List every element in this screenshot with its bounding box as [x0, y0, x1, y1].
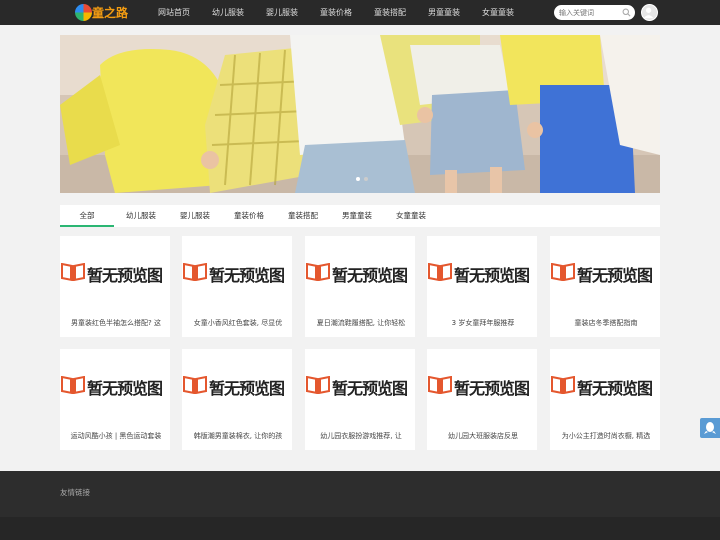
card-thumbnail: 暂无预览图 — [427, 236, 537, 308]
card-title[interactable]: 女童小香风红色套装, 尽显优 — [190, 318, 286, 328]
article-card[interactable]: 暂无预览图 幼儿园大班服装店反思 — [427, 349, 537, 450]
card-thumbnail: 暂无预览图 — [550, 236, 660, 308]
card-title[interactable]: 男童装红色半袖怎么搭配? 这 — [68, 318, 164, 328]
placeholder-text: 暂无预览图 — [87, 379, 163, 398]
user-icon — [643, 7, 654, 19]
banner-image — [60, 35, 660, 193]
card-title[interactable]: 夏日潮流鞋履搭配, 让你轻松 — [313, 318, 409, 328]
book-icon — [61, 376, 85, 394]
card-title[interactable]: 韩版潮男童装棉衣, 让你的孩 — [190, 431, 286, 441]
logo-text: 童之路 — [92, 6, 129, 20]
hero-banner[interactable] — [60, 35, 660, 193]
tab-price[interactable]: 童装价格 — [222, 205, 276, 227]
book-icon — [428, 263, 452, 281]
main-nav: 网站首页 幼儿服装 婴儿服装 童装价格 童装搭配 男童童装 女童童装 — [147, 0, 525, 25]
tab-toddler[interactable]: 幼儿服装 — [114, 205, 168, 227]
card-title[interactable]: 童装店冬季搭配指南 — [558, 318, 654, 328]
card-thumbnail: 暂无预览图 — [182, 236, 292, 308]
card-title[interactable]: 3 岁女童拜年服推荐 — [435, 318, 531, 328]
article-card[interactable]: 暂无预览图 3 岁女童拜年服推荐 — [427, 236, 537, 337]
article-card[interactable]: 暂无预览图 韩版潮男童装棉衣, 让你的孩 — [182, 349, 292, 450]
article-card[interactable]: 暂无预览图 男童装红色半袖怎么搭配? 这 — [60, 236, 170, 337]
card-title[interactable]: 幼儿园大班服装店反思 — [435, 431, 531, 441]
nav-item-price[interactable]: 童装价格 — [309, 0, 363, 25]
card-thumbnail: 暂无预览图 — [60, 236, 170, 308]
banner-pagination — [356, 177, 368, 181]
article-card[interactable]: 暂无预览图 夏日潮流鞋履搭配, 让你轻松 — [305, 236, 415, 337]
card-thumbnail: 暂无预览图 — [305, 349, 415, 421]
friend-links-label: 友情链接 — [60, 488, 90, 497]
book-icon — [183, 263, 207, 281]
book-icon — [551, 263, 575, 281]
card-thumbnail: 暂无预览图 — [427, 349, 537, 421]
placeholder-text: 暂无预览图 — [454, 379, 530, 398]
page-footer: 友情链接 — [0, 471, 720, 540]
placeholder-text: 暂无预览图 — [87, 266, 163, 285]
placeholder-text: 暂无预览图 — [332, 379, 408, 398]
qq-float-button[interactable] — [700, 418, 720, 438]
footer-bottom-bar — [0, 517, 720, 540]
tab-matching[interactable]: 童装搭配 — [276, 205, 330, 227]
qq-icon — [704, 422, 716, 434]
tab-baby[interactable]: 婴儿服装 — [168, 205, 222, 227]
card-title[interactable]: 为小公主打造时尚衣橱, 精选 — [558, 431, 654, 441]
placeholder-text: 暂无预览图 — [454, 266, 530, 285]
search-box — [554, 5, 635, 20]
placeholder-text: 暂无预览图 — [209, 379, 285, 398]
logo-icon — [75, 4, 92, 21]
nav-item-home[interactable]: 网站首页 — [147, 0, 201, 25]
placeholder-text: 暂无预览图 — [577, 266, 653, 285]
article-card[interactable]: 暂无预览图 运动风酷小孩 | 黑色运动套装 — [60, 349, 170, 450]
tab-girls[interactable]: 女童童装 — [384, 205, 438, 227]
book-icon — [306, 263, 330, 281]
search-input[interactable] — [559, 6, 619, 19]
article-card[interactable]: 暂无预览图 幼儿园衣服扮游戏推荐, 让 — [305, 349, 415, 450]
book-icon — [61, 263, 85, 281]
search-icon[interactable] — [622, 8, 631, 17]
article-card[interactable]: 暂无预览图 女童小香风红色套装, 尽显优 — [182, 236, 292, 337]
article-card[interactable]: 暂无预览图 为小公主打造时尚衣橱, 精选 — [550, 349, 660, 450]
banner-dot[interactable] — [364, 177, 368, 181]
nav-item-girls[interactable]: 女童童装 — [471, 0, 525, 25]
category-tabs: 全部 幼儿服装 婴儿服装 童装价格 童装搭配 男童童装 女童童装 — [60, 205, 660, 227]
tab-all[interactable]: 全部 — [60, 205, 114, 227]
card-title[interactable]: 运动风酷小孩 | 黑色运动套装 — [68, 431, 164, 441]
nav-item-boys[interactable]: 男童童装 — [417, 0, 471, 25]
article-card[interactable]: 暂无预览图 童装店冬季搭配指南 — [550, 236, 660, 337]
tab-boys[interactable]: 男童童装 — [330, 205, 384, 227]
placeholder-text: 暂无预览图 — [332, 266, 408, 285]
book-icon — [183, 376, 207, 394]
placeholder-text: 暂无预览图 — [209, 266, 285, 285]
card-title[interactable]: 幼儿园衣服扮游戏推荐, 让 — [313, 431, 409, 441]
card-thumbnail: 暂无预览图 — [305, 236, 415, 308]
book-icon — [428, 376, 452, 394]
card-thumbnail: 暂无预览图 — [182, 349, 292, 421]
book-icon — [306, 376, 330, 394]
nav-item-matching[interactable]: 童装搭配 — [363, 0, 417, 25]
nav-item-toddler[interactable]: 幼儿服装 — [201, 0, 255, 25]
nav-item-baby[interactable]: 婴儿服装 — [255, 0, 309, 25]
top-navbar: 童之路 网站首页 幼儿服装 婴儿服装 童装价格 童装搭配 男童童装 女童童装 — [0, 0, 720, 25]
book-icon — [551, 376, 575, 394]
card-thumbnail: 暂无预览图 — [60, 349, 170, 421]
placeholder-text: 暂无预览图 — [577, 379, 653, 398]
user-avatar[interactable] — [641, 4, 658, 21]
card-thumbnail: 暂无预览图 — [550, 349, 660, 421]
site-logo[interactable]: 童之路 — [75, 3, 131, 22]
banner-dot[interactable] — [356, 177, 360, 181]
